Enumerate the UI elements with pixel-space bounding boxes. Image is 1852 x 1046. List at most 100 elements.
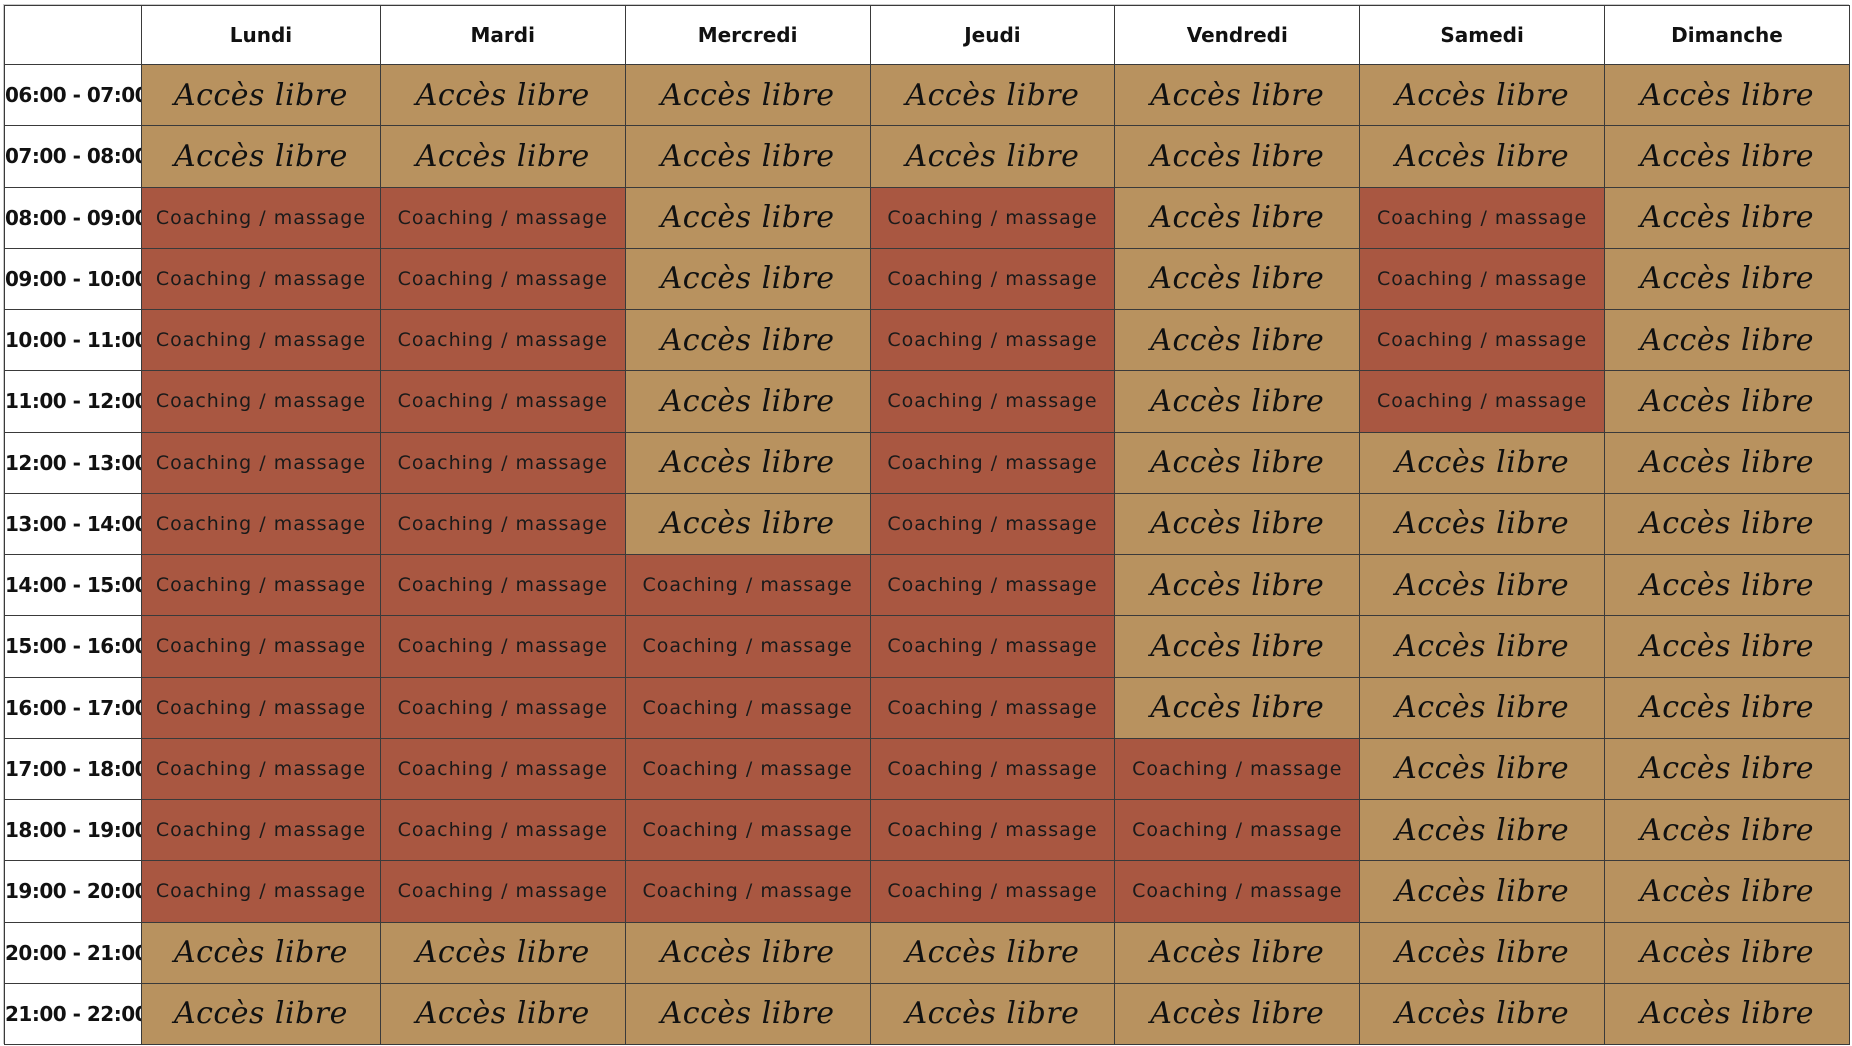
schedule-cell-mercredi-acces-libre: Accès libre: [624, 186, 871, 249]
schedule-cell-mardi-coaching-massage: Coaching / massage: [379, 431, 626, 494]
schedule-cell-mardi-acces-libre: Accès libre: [379, 63, 626, 127]
schedule-cell-lundi-coaching-massage: Coaching / massage: [141, 247, 381, 311]
schedule-cell-samedi-acces-libre: Accès libre: [1359, 921, 1606, 984]
schedule-cell-mardi-acces-libre: Accès libre: [379, 921, 626, 984]
time-slot-label: 19:00 - 20:00: [3, 860, 143, 923]
schedule-cell-jeudi-coaching-massage: Coaching / massage: [869, 370, 1116, 433]
schedule-cell-mercredi-coaching-massage: Coaching / massage: [624, 676, 871, 739]
time-slot-row: 14:00 - 15:00 Coaching / massage Coaching …: [3, 553, 1850, 617]
schedule-cell-mercredi-coaching-massage: Coaching / massage: [624, 553, 871, 617]
weekly-schedule-table: Lundi Mardi Mercredi Jeudi Vendredi Same…: [3, 5, 1850, 1046]
schedule-cell-jeudi-acces-libre: Accès libre: [869, 982, 1116, 1046]
time-slot-row: 17:00 - 18:00 Coaching / massage Coaching …: [3, 737, 1850, 801]
schedule-cell-lundi-coaching-massage: Coaching / massage: [141, 676, 381, 739]
schedule-cell-samedi-acces-libre: Accès libre: [1359, 553, 1606, 617]
schedule-cell-mardi-acces-libre: Accès libre: [379, 982, 626, 1046]
schedule-cell-jeudi-coaching-massage: Coaching / massage: [869, 676, 1116, 739]
schedule-cell-mercredi-acces-libre: Accès libre: [624, 125, 871, 188]
schedule-cell-dimanche-acces-libre: Accès libre: [1604, 860, 1850, 923]
schedule-cell-dimanche-acces-libre: Accès libre: [1604, 737, 1850, 801]
time-slot-label: 15:00 - 16:00: [3, 615, 143, 678]
schedule-cell-lundi-coaching-massage: Coaching / massage: [141, 553, 381, 617]
schedule-cell-samedi-acces-libre: Accès libre: [1359, 860, 1606, 923]
schedule-cell-mercredi-acces-libre: Accès libre: [624, 982, 871, 1046]
schedule-cell-samedi-acces-libre: Accès libre: [1359, 798, 1606, 862]
schedule-cell-samedi-coaching-massage: Coaching / massage: [1359, 370, 1606, 433]
schedule-cell-dimanche-acces-libre: Accès libre: [1604, 186, 1850, 249]
schedule-cell-dimanche-acces-libre: Accès libre: [1604, 982, 1850, 1046]
schedule-cell-samedi-acces-libre: Accès libre: [1359, 431, 1606, 494]
time-slot-label: 21:00 - 22:00: [3, 982, 143, 1046]
schedule-cell-dimanche-acces-libre: Accès libre: [1604, 125, 1850, 188]
time-slot-row: 09:00 - 10:00 Coaching / massage Coaching …: [3, 247, 1850, 311]
schedule-cell-lundi-acces-libre: Accès libre: [141, 921, 381, 984]
schedule-cell-samedi-coaching-massage: Coaching / massage: [1359, 186, 1606, 249]
time-slot-label: 20:00 - 21:00: [3, 921, 143, 984]
time-slot-label: 17:00 - 18:00: [3, 737, 143, 801]
schedule-cell-jeudi-coaching-massage: Coaching / massage: [869, 737, 1116, 801]
time-slot-row: 10:00 - 11:00 Coaching / massage Coaching …: [3, 308, 1850, 372]
time-slot-label: 13:00 - 14:00: [3, 492, 143, 556]
schedule-cell-vendredi-acces-libre: Accès libre: [1114, 63, 1361, 127]
time-slot-label: 06:00 - 07:00: [3, 63, 143, 127]
header-row: Lundi Mardi Mercredi Jeudi Vendredi Same…: [3, 5, 1850, 65]
schedule-cell-mercredi-acces-libre: Accès libre: [624, 492, 871, 556]
time-slot-row: 18:00 - 19:00 Coaching / massage Coaching …: [3, 798, 1850, 862]
schedule-cell-lundi-acces-libre: Accès libre: [141, 125, 381, 188]
time-slot-row: 15:00 - 16:00 Coaching / massage Coaching …: [3, 615, 1850, 678]
schedule-cell-dimanche-acces-libre: Accès libre: [1604, 798, 1850, 862]
schedule-cell-jeudi-coaching-massage: Coaching / massage: [869, 308, 1116, 372]
schedule-cell-mardi-coaching-massage: Coaching / massage: [379, 370, 626, 433]
schedule-cell-mercredi-acces-libre: Accès libre: [624, 247, 871, 311]
time-slot-row: 21:00 - 22:00 Accès libre Accès libre Accès…: [3, 982, 1850, 1046]
time-slot-row: 16:00 - 17:00 Coaching / massage Coaching …: [3, 676, 1850, 739]
schedule-cell-samedi-acces-libre: Accès libre: [1359, 737, 1606, 801]
schedule-cell-vendredi-acces-libre: Accès libre: [1114, 615, 1361, 678]
schedule-cell-jeudi-coaching-massage: Coaching / massage: [869, 186, 1116, 249]
schedule-cell-jeudi-acces-libre: Accès libre: [869, 921, 1116, 984]
schedule-cell-vendredi-acces-libre: Accès libre: [1114, 553, 1361, 617]
time-slot-label: 16:00 - 17:00: [3, 676, 143, 739]
day-header-mardi: Mardi: [379, 5, 626, 65]
time-slot-row: 13:00 - 14:00 Coaching / massage Coaching …: [3, 492, 1850, 556]
time-slot-label: 18:00 - 19:00: [3, 798, 143, 862]
day-header-dimanche: Dimanche: [1604, 5, 1850, 65]
schedule-cell-mardi-coaching-massage: Coaching / massage: [379, 186, 626, 249]
schedule-cell-vendredi-acces-libre: Accès libre: [1114, 921, 1361, 984]
schedule-cell-dimanche-acces-libre: Accès libre: [1604, 370, 1850, 433]
schedule-cell-mardi-coaching-massage: Coaching / massage: [379, 247, 626, 311]
day-header-mercredi: Mercredi: [624, 5, 871, 65]
schedule-cell-mardi-coaching-massage: Coaching / massage: [379, 737, 626, 801]
schedule-cell-vendredi-acces-libre: Accès libre: [1114, 125, 1361, 188]
schedule-cell-dimanche-acces-libre: Accès libre: [1604, 63, 1850, 127]
schedule-cell-dimanche-acces-libre: Accès libre: [1604, 921, 1850, 984]
schedule-cell-vendredi-coaching-massage: Coaching / massage: [1114, 798, 1361, 862]
time-slot-row: 07:00 - 08:00 Accès libre Accès libre Accès…: [3, 125, 1850, 188]
schedule-cell-vendredi-acces-libre: Accès libre: [1114, 370, 1361, 433]
day-header-jeudi: Jeudi: [869, 5, 1116, 65]
schedule-cell-samedi-acces-libre: Accès libre: [1359, 125, 1606, 188]
schedule-cell-lundi-acces-libre: Accès libre: [141, 982, 381, 1046]
schedule-cell-lundi-coaching-massage: Coaching / massage: [141, 737, 381, 801]
schedule-cell-lundi-coaching-massage: Coaching / massage: [141, 308, 381, 372]
schedule-cell-jeudi-coaching-massage: Coaching / massage: [869, 860, 1116, 923]
schedule-cell-samedi-acces-libre: Accès libre: [1359, 615, 1606, 678]
corner-cell: [3, 5, 143, 65]
schedule-cell-lundi-acces-libre: Accès libre: [141, 63, 381, 127]
schedule-cell-mercredi-coaching-massage: Coaching / massage: [624, 798, 871, 862]
schedule-cell-mardi-acces-libre: Accès libre: [379, 125, 626, 188]
time-slot-label: 11:00 - 12:00: [3, 370, 143, 433]
schedule-container: Lundi Mardi Mercredi Jeudi Vendredi Same…: [3, 4, 1850, 1046]
time-slot-row: 08:00 - 09:00 Coaching / massage Coaching …: [3, 186, 1850, 249]
schedule-cell-lundi-coaching-massage: Coaching / massage: [141, 492, 381, 556]
time-slot-row: 06:00 - 07:00 Accès libre Accès libre Accès…: [3, 63, 1850, 127]
schedule-cell-samedi-coaching-massage: Coaching / massage: [1359, 247, 1606, 311]
schedule-cell-mardi-coaching-massage: Coaching / massage: [379, 676, 626, 739]
time-slot-label: 12:00 - 13:00: [3, 431, 143, 494]
schedule-cell-mardi-coaching-massage: Coaching / massage: [379, 492, 626, 556]
schedule-cell-lundi-coaching-massage: Coaching / massage: [141, 860, 381, 923]
day-header-lundi: Lundi: [141, 5, 381, 65]
schedule-cell-mercredi-acces-libre: Accès libre: [624, 431, 871, 494]
schedule-cell-jeudi-coaching-massage: Coaching / massage: [869, 492, 1116, 556]
schedule-cell-lundi-coaching-massage: Coaching / massage: [141, 186, 381, 249]
